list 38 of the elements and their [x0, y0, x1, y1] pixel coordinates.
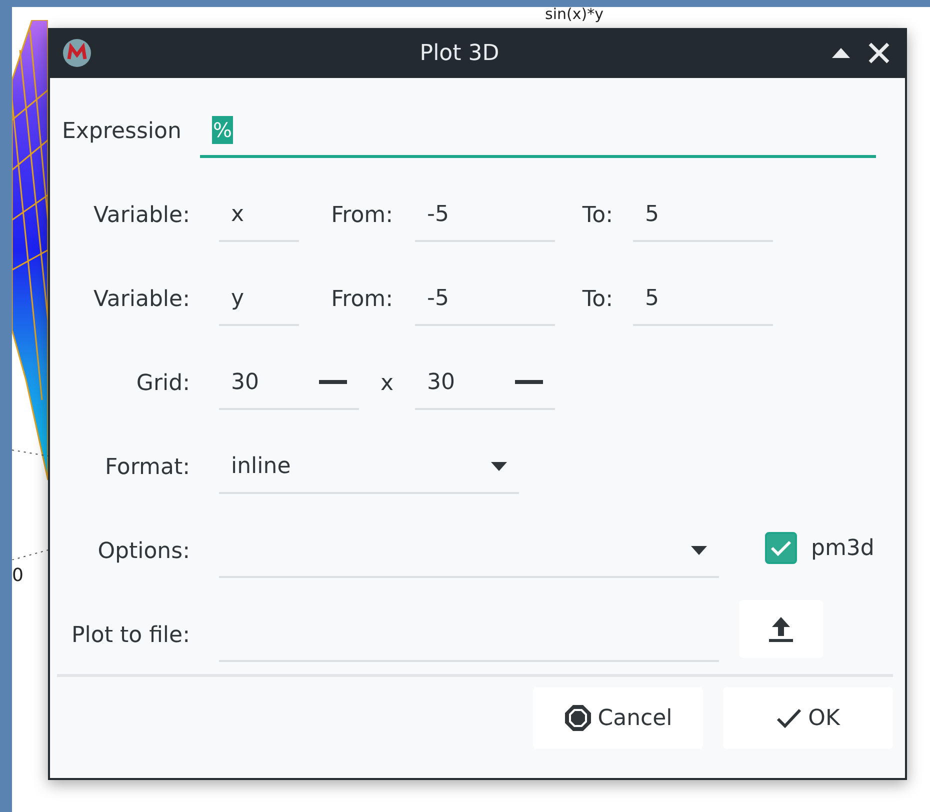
plot-title: sin(x)*y	[545, 7, 604, 22]
to-field[interactable]: 5	[633, 188, 773, 242]
dropdown-caret-icon	[491, 462, 507, 470]
app-logo-icon	[62, 38, 92, 68]
field-label: From:	[330, 203, 394, 230]
field-label: Expression	[62, 119, 182, 146]
spin-box[interactable]: 30	[219, 356, 359, 410]
field-label: To:	[581, 287, 614, 314]
field-label: Options:	[96, 539, 191, 566]
format-dropdown[interactable]: inline	[219, 440, 519, 494]
from-field[interactable]: -5	[415, 188, 555, 242]
variable-field[interactable]: y	[219, 272, 299, 326]
close-icon	[868, 42, 890, 64]
upload-button[interactable]	[739, 600, 823, 658]
window-title: Plot 3D	[418, 40, 500, 66]
cancel-button[interactable]: Cancel	[533, 687, 703, 749]
field-label: Plot to file:	[70, 623, 191, 650]
checkmark-icon	[770, 539, 792, 557]
to-field[interactable]: 5	[633, 272, 773, 326]
field-label: Variable:	[92, 287, 191, 314]
triangle-up-icon	[832, 48, 850, 58]
ok-button[interactable]: OK	[723, 687, 893, 749]
pm3d-checkbox[interactable]	[765, 532, 797, 564]
upload-icon	[768, 615, 794, 643]
field-label: Format:	[104, 455, 191, 482]
spin-box[interactable]: 30	[415, 356, 555, 410]
variable-field[interactable]: x	[219, 188, 299, 242]
field-label: Grid:	[135, 371, 191, 398]
axis-label: 0	[12, 565, 24, 586]
checkmark-icon	[776, 707, 802, 729]
field-label: From:	[330, 287, 394, 314]
from-field[interactable]: -5	[415, 272, 555, 326]
checkbox-label: pm3d	[811, 536, 874, 560]
field-label: Variable:	[92, 203, 191, 230]
cancel-icon	[564, 704, 592, 732]
times-sign: x	[379, 371, 395, 398]
dropdown-caret-icon	[691, 546, 707, 554]
field-label: To:	[581, 203, 614, 230]
